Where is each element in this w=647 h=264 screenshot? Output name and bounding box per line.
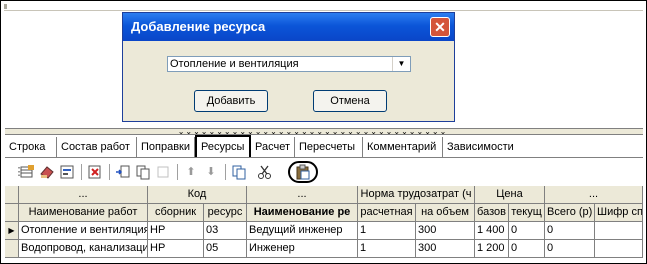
disabled-icon <box>155 164 171 180</box>
add-resource-dialog: Добавление ресурса ✕ Отопление и вентиля… <box>122 12 455 122</box>
table-cell[interactable]: 1 400 <box>475 222 509 240</box>
table-cell[interactable]: Инженер <box>247 240 358 258</box>
tab-corrections[interactable]: Поправки <box>137 137 195 157</box>
erase-icon[interactable] <box>39 164 55 180</box>
grid-corner <box>5 186 19 204</box>
table-cell[interactable]: 1 <box>358 240 416 258</box>
resource-select[interactable]: Отопление и вентиляция ▼ <box>167 56 411 72</box>
move-up-icon[interactable]: ⬆ <box>183 164 199 180</box>
close-button[interactable]: ✕ <box>430 17 450 37</box>
table-cell[interactable]: 300 <box>416 240 475 258</box>
copy-icon[interactable] <box>231 164 247 180</box>
table-cell[interactable]: НР <box>148 240 204 258</box>
column-header[interactable]: Наименование ре <box>247 204 358 222</box>
dialog-title: Добавление ресурса <box>123 13 454 41</box>
table-cell[interactable]: 05 <box>204 240 247 258</box>
column-header[interactable]: Шифр спр <box>595 204 643 222</box>
cancel-button[interactable]: Отмена <box>313 90 387 112</box>
tab-calculation[interactable]: Расчет <box>251 137 295 157</box>
application-window: Добавление ресурса ✕ Отопление и вентиля… <box>0 0 647 264</box>
paste-highlight <box>288 161 318 183</box>
group-header-price: Цена <box>475 186 545 204</box>
tab-comment[interactable]: Комментарий <box>363 137 443 157</box>
cut-icon[interactable] <box>257 164 273 180</box>
table-cell[interactable]: 0 <box>509 240 545 258</box>
tab-stroka[interactable]: Строка <box>5 137 57 157</box>
table-cell[interactable]: НР <box>148 222 204 240</box>
column-header[interactable]: на объем <box>416 204 475 222</box>
current-row-indicator-icon[interactable]: ▶ <box>5 222 19 240</box>
resource-toolbar: ⋮ ⬆ ⬇ <box>5 160 643 184</box>
move-down-icon[interactable]: ⬇ <box>203 164 219 180</box>
add-button[interactable]: Добавить <box>194 90 268 112</box>
table-cell[interactable]: 1 <box>358 222 416 240</box>
table-cell[interactable]: 0 <box>509 222 545 240</box>
toolbar-separator <box>81 164 82 180</box>
row-header-corner <box>5 204 19 222</box>
resource-select-value: Отопление и вентиляция <box>170 58 299 70</box>
table-cell[interactable]: 0 <box>545 240 595 258</box>
table-cell[interactable]: Ведущий инженер <box>247 222 358 240</box>
column-header[interactable]: ресурс <box>204 204 247 222</box>
import-icon[interactable] <box>115 164 131 180</box>
tab-dependencies[interactable]: Зависимости <box>443 137 519 157</box>
column-header[interactable]: Всего (р) <box>545 204 595 222</box>
splitter[interactable]: ⌄⌄⌄⌄⌄⌄⌄⌄⌄⌄⌄⌄⌄⌄⌄⌄⌄⌄⌄⌄⌄⌄⌄⌄⌄⌄⌄⌄⌄⌄⌄⌄⌄⌄⌄ <box>5 127 643 136</box>
tab-resources[interactable]: Ресурсы <box>195 135 251 157</box>
column-header[interactable]: сборник <box>148 204 204 222</box>
form-icon[interactable] <box>59 164 75 180</box>
copy-row-icon[interactable] <box>135 164 151 180</box>
tab-work-composition[interactable]: Состав работ <box>57 137 137 157</box>
tab-bar: Строка Состав работ Поправки Ресурсы Рас… <box>5 135 643 158</box>
tab-recalculations[interactable]: Пересчеты <box>295 137 363 157</box>
column-header[interactable]: Наименование работ <box>19 204 148 222</box>
table-cell[interactable]: Водопровод, канализация <box>19 240 148 258</box>
delete-icon[interactable] <box>87 164 103 180</box>
toolbar-separator <box>109 164 110 180</box>
group-header-labor-norm: Норма трудозатрат (ч <box>358 186 475 204</box>
column-header[interactable]: расчетная <box>358 204 416 222</box>
top-toolbar <box>4 3 643 11</box>
table-cell[interactable] <box>595 240 643 258</box>
column-header[interactable]: текущ <box>509 204 545 222</box>
chevron-down-icon[interactable]: ▼ <box>392 57 410 71</box>
table-cell[interactable]: 300 <box>416 222 475 240</box>
table-cell[interactable] <box>595 222 643 240</box>
group-header-dots: ... <box>545 186 643 204</box>
column-header[interactable]: базов <box>475 204 509 222</box>
insert-row-icon[interactable] <box>19 164 35 180</box>
table-cell[interactable]: 0 <box>545 222 595 240</box>
table-cell[interactable]: 1 200 <box>475 240 509 258</box>
toolbar-separator <box>177 164 178 180</box>
resources-grid: ... Код ... Норма трудозатрат (ч Цена ..… <box>5 186 643 261</box>
group-header-dots: ... <box>247 186 358 204</box>
group-header-dots: ... <box>19 186 148 204</box>
table-cell[interactable]: 03 <box>204 222 247 240</box>
toolbar-separator <box>225 164 226 180</box>
table-cell[interactable]: Отопление и вентиляция <box>19 222 148 240</box>
toolbar-grip[interactable] <box>4 4 7 9</box>
splitter-grip-icon: ⌄⌄⌄⌄⌄⌄⌄⌄⌄⌄⌄⌄⌄⌄⌄⌄⌄⌄⌄⌄⌄⌄⌄⌄⌄⌄⌄⌄⌄⌄⌄⌄⌄⌄⌄ <box>177 127 448 136</box>
group-header-code: Код <box>148 186 247 204</box>
row-indicator[interactable] <box>5 240 19 258</box>
